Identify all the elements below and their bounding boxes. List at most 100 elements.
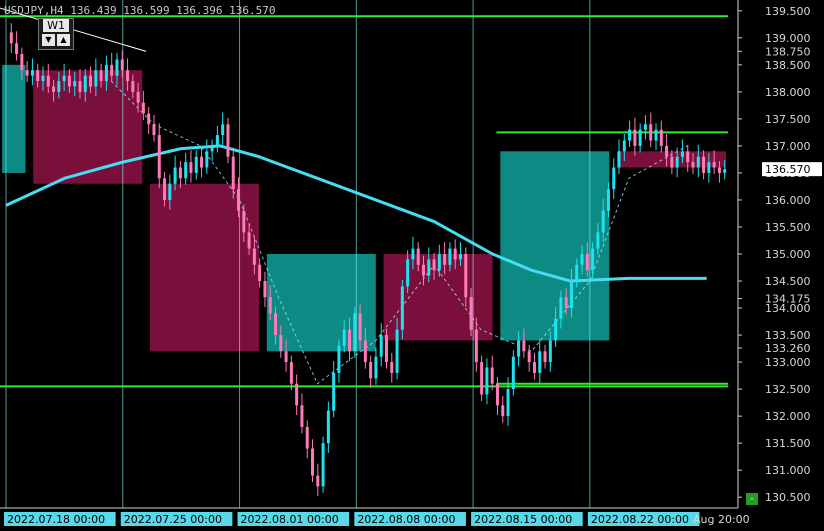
zone-bear-1 — [33, 70, 143, 184]
arrow-down-icon[interactable]: ▼ — [42, 34, 55, 46]
price-tick-label: 134.000 — [765, 302, 811, 315]
candle-body — [358, 313, 362, 341]
candle-body — [46, 75, 50, 87]
candle-body — [247, 232, 251, 249]
time-tick-label: 2022.07.25 00:00 — [124, 513, 222, 526]
candle-body — [633, 129, 637, 146]
price-tick-label: 139.500 — [765, 5, 811, 18]
candle-body — [337, 345, 341, 373]
candle-body — [41, 75, 45, 82]
candle-body — [62, 75, 66, 82]
candle-body — [279, 335, 283, 352]
candle-body — [511, 356, 515, 390]
price-tick-label: 130.500 — [765, 491, 811, 504]
candle-body — [78, 81, 82, 92]
candle-body — [9, 32, 13, 44]
price-tick-label: 138.500 — [765, 59, 811, 72]
candle-body — [665, 145, 669, 157]
price-tick-label: 139.000 — [765, 32, 811, 45]
price-chart[interactable]: 139.500 139.000138.750138.500 138.000 137.5… — [0, 0, 824, 531]
candle-body — [453, 248, 457, 260]
candle-body — [147, 113, 151, 125]
candle-body — [591, 248, 595, 271]
price-axis-bg — [738, 0, 824, 531]
price-tick-label: 132.000 — [765, 410, 811, 423]
candle-body — [612, 167, 616, 190]
price-tick-label: 132.500 — [765, 383, 811, 396]
price-tick-label: 138.750 — [765, 45, 811, 58]
candle-body — [30, 70, 34, 76]
candle-body — [538, 351, 542, 373]
timeframe-widget[interactable]: W1 ▼ ▲ — [38, 18, 74, 50]
candle-body — [543, 351, 547, 363]
candle-body — [400, 286, 404, 330]
candle-body — [189, 162, 193, 173]
candle-body — [628, 129, 632, 141]
candle-body — [495, 383, 499, 406]
candle-body — [168, 183, 172, 200]
candle-body — [564, 297, 568, 309]
time-tick-label: 2022.08.22 00:00 — [591, 513, 689, 526]
candle-body — [596, 232, 600, 249]
candle-body — [411, 248, 415, 260]
candle-body — [20, 54, 24, 71]
candle-body — [517, 340, 521, 357]
arrow-up-icon[interactable]: ▲ — [57, 34, 70, 46]
candle-body — [36, 70, 40, 82]
candle-body — [432, 259, 436, 271]
price-tick-label: 131.000 — [765, 464, 811, 477]
candle-body — [83, 75, 87, 92]
candle-body — [532, 362, 536, 373]
candle-body — [712, 162, 716, 168]
candle-body — [548, 340, 552, 363]
candle-body — [136, 91, 140, 103]
candle-body — [73, 81, 77, 87]
candle-body — [448, 248, 452, 265]
candle-body — [638, 129, 642, 146]
candle-body — [395, 329, 399, 373]
price-tick-label: 138.000 — [765, 86, 811, 99]
candle-body — [99, 70, 103, 82]
candle-body — [569, 281, 573, 309]
candle-body — [332, 372, 336, 411]
chart-shift-button[interactable]: - — [746, 493, 758, 505]
candle-body — [173, 167, 177, 184]
candle-body — [390, 362, 394, 373]
candle-body — [691, 162, 695, 168]
candle-body — [680, 151, 684, 157]
candle-body — [163, 178, 167, 200]
candle-body — [686, 151, 690, 163]
candle-body — [622, 140, 626, 152]
time-tick-label: 2022.08.15 00:00 — [474, 513, 572, 526]
candle-body — [421, 264, 425, 276]
candle-body — [506, 389, 510, 417]
timeframe-label: W1 — [43, 19, 69, 32]
candle-body — [474, 329, 478, 363]
price-tick-label: 137.500 — [765, 113, 811, 126]
candle-body — [67, 75, 71, 87]
candle-body — [374, 356, 378, 379]
candle-body — [601, 210, 605, 233]
candle-body — [57, 81, 61, 92]
candle-body — [25, 70, 29, 76]
time-tick-label: Aug 20:00 — [693, 513, 750, 526]
candle-body — [316, 475, 320, 487]
candle-body — [311, 448, 315, 476]
candle-body — [585, 254, 589, 271]
candle-body — [237, 189, 241, 211]
price-axis[interactable]: 139.500 139.000138.750138.500 138.000 137.5… — [737, 0, 824, 531]
candle-body — [406, 259, 410, 287]
price-tick-label: 137.000 — [765, 140, 811, 153]
candle-body — [115, 59, 119, 76]
time-tick-label: 2022.07.18 00:00 — [7, 513, 105, 526]
candle-body — [643, 124, 647, 130]
time-tick-label: 2022.08.01 00:00 — [241, 513, 339, 526]
candle-body — [104, 64, 108, 82]
price-tick-label: 135.000 — [765, 248, 811, 261]
candle-body — [480, 362, 484, 395]
candle-body — [575, 264, 579, 282]
candle-body — [723, 169, 727, 173]
candle-body — [707, 162, 711, 173]
candle-body — [702, 156, 706, 173]
candle-body — [527, 351, 531, 363]
